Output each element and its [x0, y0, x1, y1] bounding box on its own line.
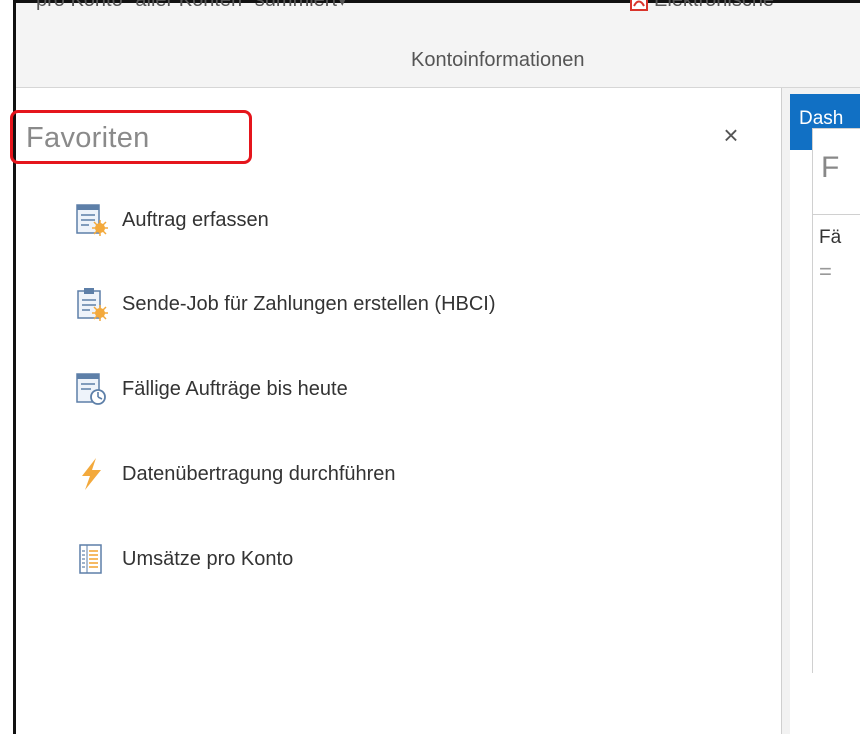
- close-icon[interactable]: ×: [718, 122, 744, 148]
- favorite-item-order-new[interactable]: Auftrag erfassen: [74, 200, 269, 240]
- lightning-icon: [82, 458, 101, 490]
- favorites-title: Favoriten: [26, 122, 150, 154]
- tab-dashboard-label: Dash: [799, 108, 844, 129]
- favorite-item-label: Fällige Aufträge bis heute: [122, 377, 348, 400]
- dashboard-card-header: F: [813, 129, 860, 215]
- accounts-summed-label: pro Konto "aller Konten" summiert: [36, 0, 338, 11]
- ribbon: pro Konto "aller Konten" summiert ▾ Elekt…: [16, 0, 860, 88]
- chevron-down-icon: ▾: [339, 0, 346, 9]
- pdf-icon: [630, 0, 648, 11]
- dashboard-card-subtitle: Fä: [819, 227, 842, 248]
- favorites-panel: Favoriten × Auftrag erfassen Sende-Job f…: [10, 88, 781, 734]
- favorite-item-label: Auftrag erfassen: [122, 208, 269, 231]
- dashboard-area: Dash F Fä =: [782, 88, 860, 734]
- favorite-item-label: Umsätze pro Konto: [122, 547, 294, 570]
- favorite-item-label: Datenübertragung durchführen: [122, 462, 396, 485]
- ledger-icon: [79, 544, 102, 574]
- dashboard-card-row: =: [819, 259, 832, 284]
- favorite-item-send-job[interactable]: Sende-Job für Zahlungen erstellen (HBCI): [74, 284, 496, 324]
- einvoice-button[interactable]: Elektronische: [628, 0, 774, 12]
- favorite-item-due-orders[interactable]: Fällige Aufträge bis heute: [74, 369, 348, 409]
- einvoice-label: Elektronische: [654, 0, 775, 11]
- favorite-item-label: Sende-Job für Zahlungen erstellen (HBCI): [122, 292, 496, 315]
- ribbon-group-label: Kontoinformationen: [411, 49, 585, 71]
- accounts-summed-dropdown[interactable]: pro Konto "aller Konten" summiert ▾: [36, 0, 346, 12]
- due-orders-clock-icon: [76, 373, 106, 405]
- send-job-clipboard-icon: [77, 288, 108, 321]
- favorite-item-data-transfer[interactable]: Datenübertragung durchführen: [74, 454, 396, 494]
- order-new-icon: [76, 204, 108, 236]
- dashboard-card: F Fä =: [812, 128, 860, 673]
- dashboard-card-title: F: [821, 151, 840, 184]
- favorite-item-account-sales[interactable]: Umsätze pro Konto: [74, 539, 293, 579]
